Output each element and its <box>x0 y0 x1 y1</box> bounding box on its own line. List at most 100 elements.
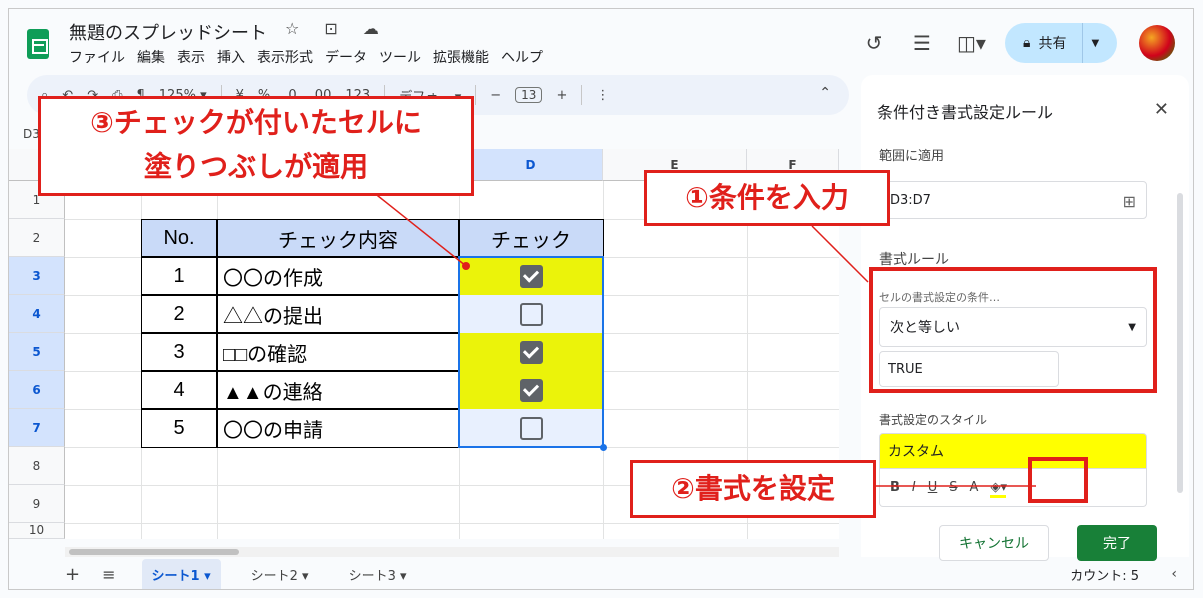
table-cell-no[interactable]: 2 <box>141 295 217 333</box>
range-input[interactable]: D3:D7 ⊞ <box>879 181 1147 219</box>
callout-step3: ③チェックが付いたセルに 塗りつぶしが適用 <box>38 96 474 196</box>
table-cell-no[interactable]: 4 <box>141 371 217 409</box>
table-header-item[interactable]: チェック内容 <box>217 219 459 257</box>
meet-icon[interactable]: ◫▾ <box>957 31 986 55</box>
select-range-icon[interactable]: ⊞ <box>1123 192 1136 211</box>
table-cell-check[interactable] <box>459 409 603 447</box>
fill-color-icon[interactable]: ◈▾ <box>990 480 1007 498</box>
sheet-bar: + ≡ シート1 ▾ シート2 ▾ シート3 ▾ カウント: 5 ‹ <box>9 557 1193 590</box>
range-value: D3:D7 <box>890 192 931 208</box>
style-toolbar: B I U S A ◈▾ <box>879 469 1147 507</box>
horizontal-scrollbar[interactable] <box>65 547 839 557</box>
menu-extensions[interactable]: 拡張機能 <box>433 47 489 67</box>
fill-handle[interactable] <box>600 444 607 451</box>
condition-select[interactable]: 次と等しい ▼ <box>879 307 1147 347</box>
table-cell-no[interactable]: 3 <box>141 333 217 371</box>
scrollbar-thumb[interactable] <box>69 549 239 555</box>
chevron-left-icon[interactable]: ‹ <box>1171 566 1177 582</box>
table-header-check[interactable]: チェック <box>459 219 603 257</box>
row-header[interactable]: 7 <box>9 409 65 447</box>
panel-title: 条件付き書式設定ルール <box>877 103 1054 122</box>
table-cell-item[interactable]: △△の提出 <box>217 295 459 333</box>
row-header[interactable]: 3 <box>9 257 65 295</box>
underline-button[interactable]: U <box>928 480 938 495</box>
table-divider <box>141 370 460 372</box>
menu-format[interactable]: 表示形式 <box>257 47 313 67</box>
menu-edit[interactable]: 編集 <box>137 47 165 67</box>
add-sheet-button[interactable]: + <box>65 564 80 585</box>
table-cell-no[interactable]: 5 <box>141 409 217 447</box>
close-icon[interactable]: ✕ <box>1154 99 1169 120</box>
font-size-input[interactable]: 13 <box>515 87 543 103</box>
selection-count[interactable]: カウント: 5 <box>1070 565 1139 584</box>
menu-view[interactable]: 表示 <box>177 47 205 67</box>
lock-icon: 🔒︎ <box>1023 35 1031 51</box>
sheet-tab-3[interactable]: シート3 ▾ <box>339 559 417 590</box>
checkbox-unchecked[interactable] <box>519 416 543 440</box>
avatar[interactable] <box>1139 25 1175 61</box>
checkbox-checked[interactable] <box>519 340 543 364</box>
chevron-down-icon[interactable]: ▼ <box>1091 38 1099 49</box>
italic-button[interactable]: I <box>912 480 916 495</box>
table-cell-check[interactable] <box>459 371 603 409</box>
table-cell-check[interactable] <box>459 333 603 371</box>
checkbox-checked[interactable] <box>519 264 543 288</box>
collapse-toolbar-icon[interactable]: ⌃ <box>819 85 831 101</box>
table-cell-item[interactable]: 〇〇の作成 <box>217 257 459 295</box>
table-cell-check[interactable] <box>459 257 603 295</box>
sheet-tab-1[interactable]: シート1 ▾ <box>141 558 221 589</box>
table-cell-item[interactable]: □□の確認 <box>217 333 459 371</box>
checkbox-unchecked[interactable] <box>519 302 543 326</box>
row-header[interactable]: 2 <box>9 219 65 257</box>
callout-step3-line2: 塗りつぶしが適用 <box>143 150 369 183</box>
row-header[interactable]: 9 <box>9 485 65 523</box>
conditional-format-panel: 条件付き書式設定ルール ✕ 範囲に適用 D3:D7 ⊞ 書式ルール セルの書式設… <box>861 75 1189 561</box>
table-cell-item[interactable]: 〇〇の申請 <box>217 409 459 447</box>
comment-icon[interactable]: ☰ <box>909 31 935 55</box>
font-size-decrease-button[interactable]: − <box>490 88 501 103</box>
row-header[interactable]: 10 <box>9 523 65 539</box>
sheet-tab-label: シート1 <box>151 568 200 584</box>
font-size-increase-button[interactable]: + <box>556 88 567 103</box>
table-header-no[interactable]: No. <box>141 219 217 257</box>
more-options-icon[interactable]: ⋮ <box>596 88 609 103</box>
menu-tools[interactable]: ツール <box>379 47 421 67</box>
rules-label: 書式ルール <box>879 252 949 268</box>
menu-data[interactable]: データ <box>325 47 367 67</box>
checkbox-checked[interactable] <box>519 378 543 402</box>
toolbar-divider <box>475 85 477 105</box>
sheets-logo[interactable] <box>27 29 49 59</box>
table-cell-no[interactable]: 1 <box>141 257 217 295</box>
text-color-button[interactable]: A <box>970 480 979 495</box>
done-button[interactable]: 完了 <box>1077 525 1157 561</box>
history-icon[interactable]: ↺ <box>861 31 887 55</box>
title-icons[interactable]: ☆ ⊡ ☁ <box>285 19 389 38</box>
share-divider <box>1082 23 1084 63</box>
table-divider <box>141 408 460 410</box>
panel-scrollbar[interactable] <box>1177 193 1183 493</box>
row-header[interactable]: 8 <box>9 447 65 485</box>
table-cell-item[interactable]: ▲▲の連絡 <box>217 371 459 409</box>
row-header[interactable]: 6 <box>9 371 65 409</box>
strikethrough-button[interactable]: S <box>949 480 957 495</box>
style-label: 書式設定のスタイル <box>879 413 988 427</box>
menu-help[interactable]: ヘルプ <box>501 47 543 67</box>
style-preview[interactable]: カスタム <box>879 433 1147 469</box>
menu-bar: ファイル 編集 表示 挿入 表示形式 データ ツール 拡張機能 ヘルプ <box>69 47 543 67</box>
all-sheets-icon[interactable]: ≡ <box>102 565 115 584</box>
cancel-button[interactable]: キャンセル <box>939 525 1049 561</box>
row-header[interactable]: 5 <box>9 333 65 371</box>
document-title[interactable]: 無題のスプレッドシート <box>69 19 267 45</box>
table-cell-check[interactable] <box>459 295 603 333</box>
menu-insert[interactable]: 挿入 <box>217 47 245 67</box>
sheet-tab-label: シート2 <box>250 568 298 584</box>
callout-step1: ①条件を入力 <box>644 170 890 226</box>
bold-button[interactable]: B <box>890 480 900 495</box>
column-header-d[interactable]: D <box>459 149 603 181</box>
menu-file[interactable]: ファイル <box>69 47 125 67</box>
row-header[interactable]: 4 <box>9 295 65 333</box>
callout-step2: ②書式を設定 <box>630 460 876 518</box>
value-input[interactable]: TRUE <box>879 351 1059 387</box>
sheet-tab-2[interactable]: シート2 ▾ <box>241 559 319 590</box>
share-button[interactable]: 🔒︎ 共有 ▼ <box>1005 23 1117 63</box>
